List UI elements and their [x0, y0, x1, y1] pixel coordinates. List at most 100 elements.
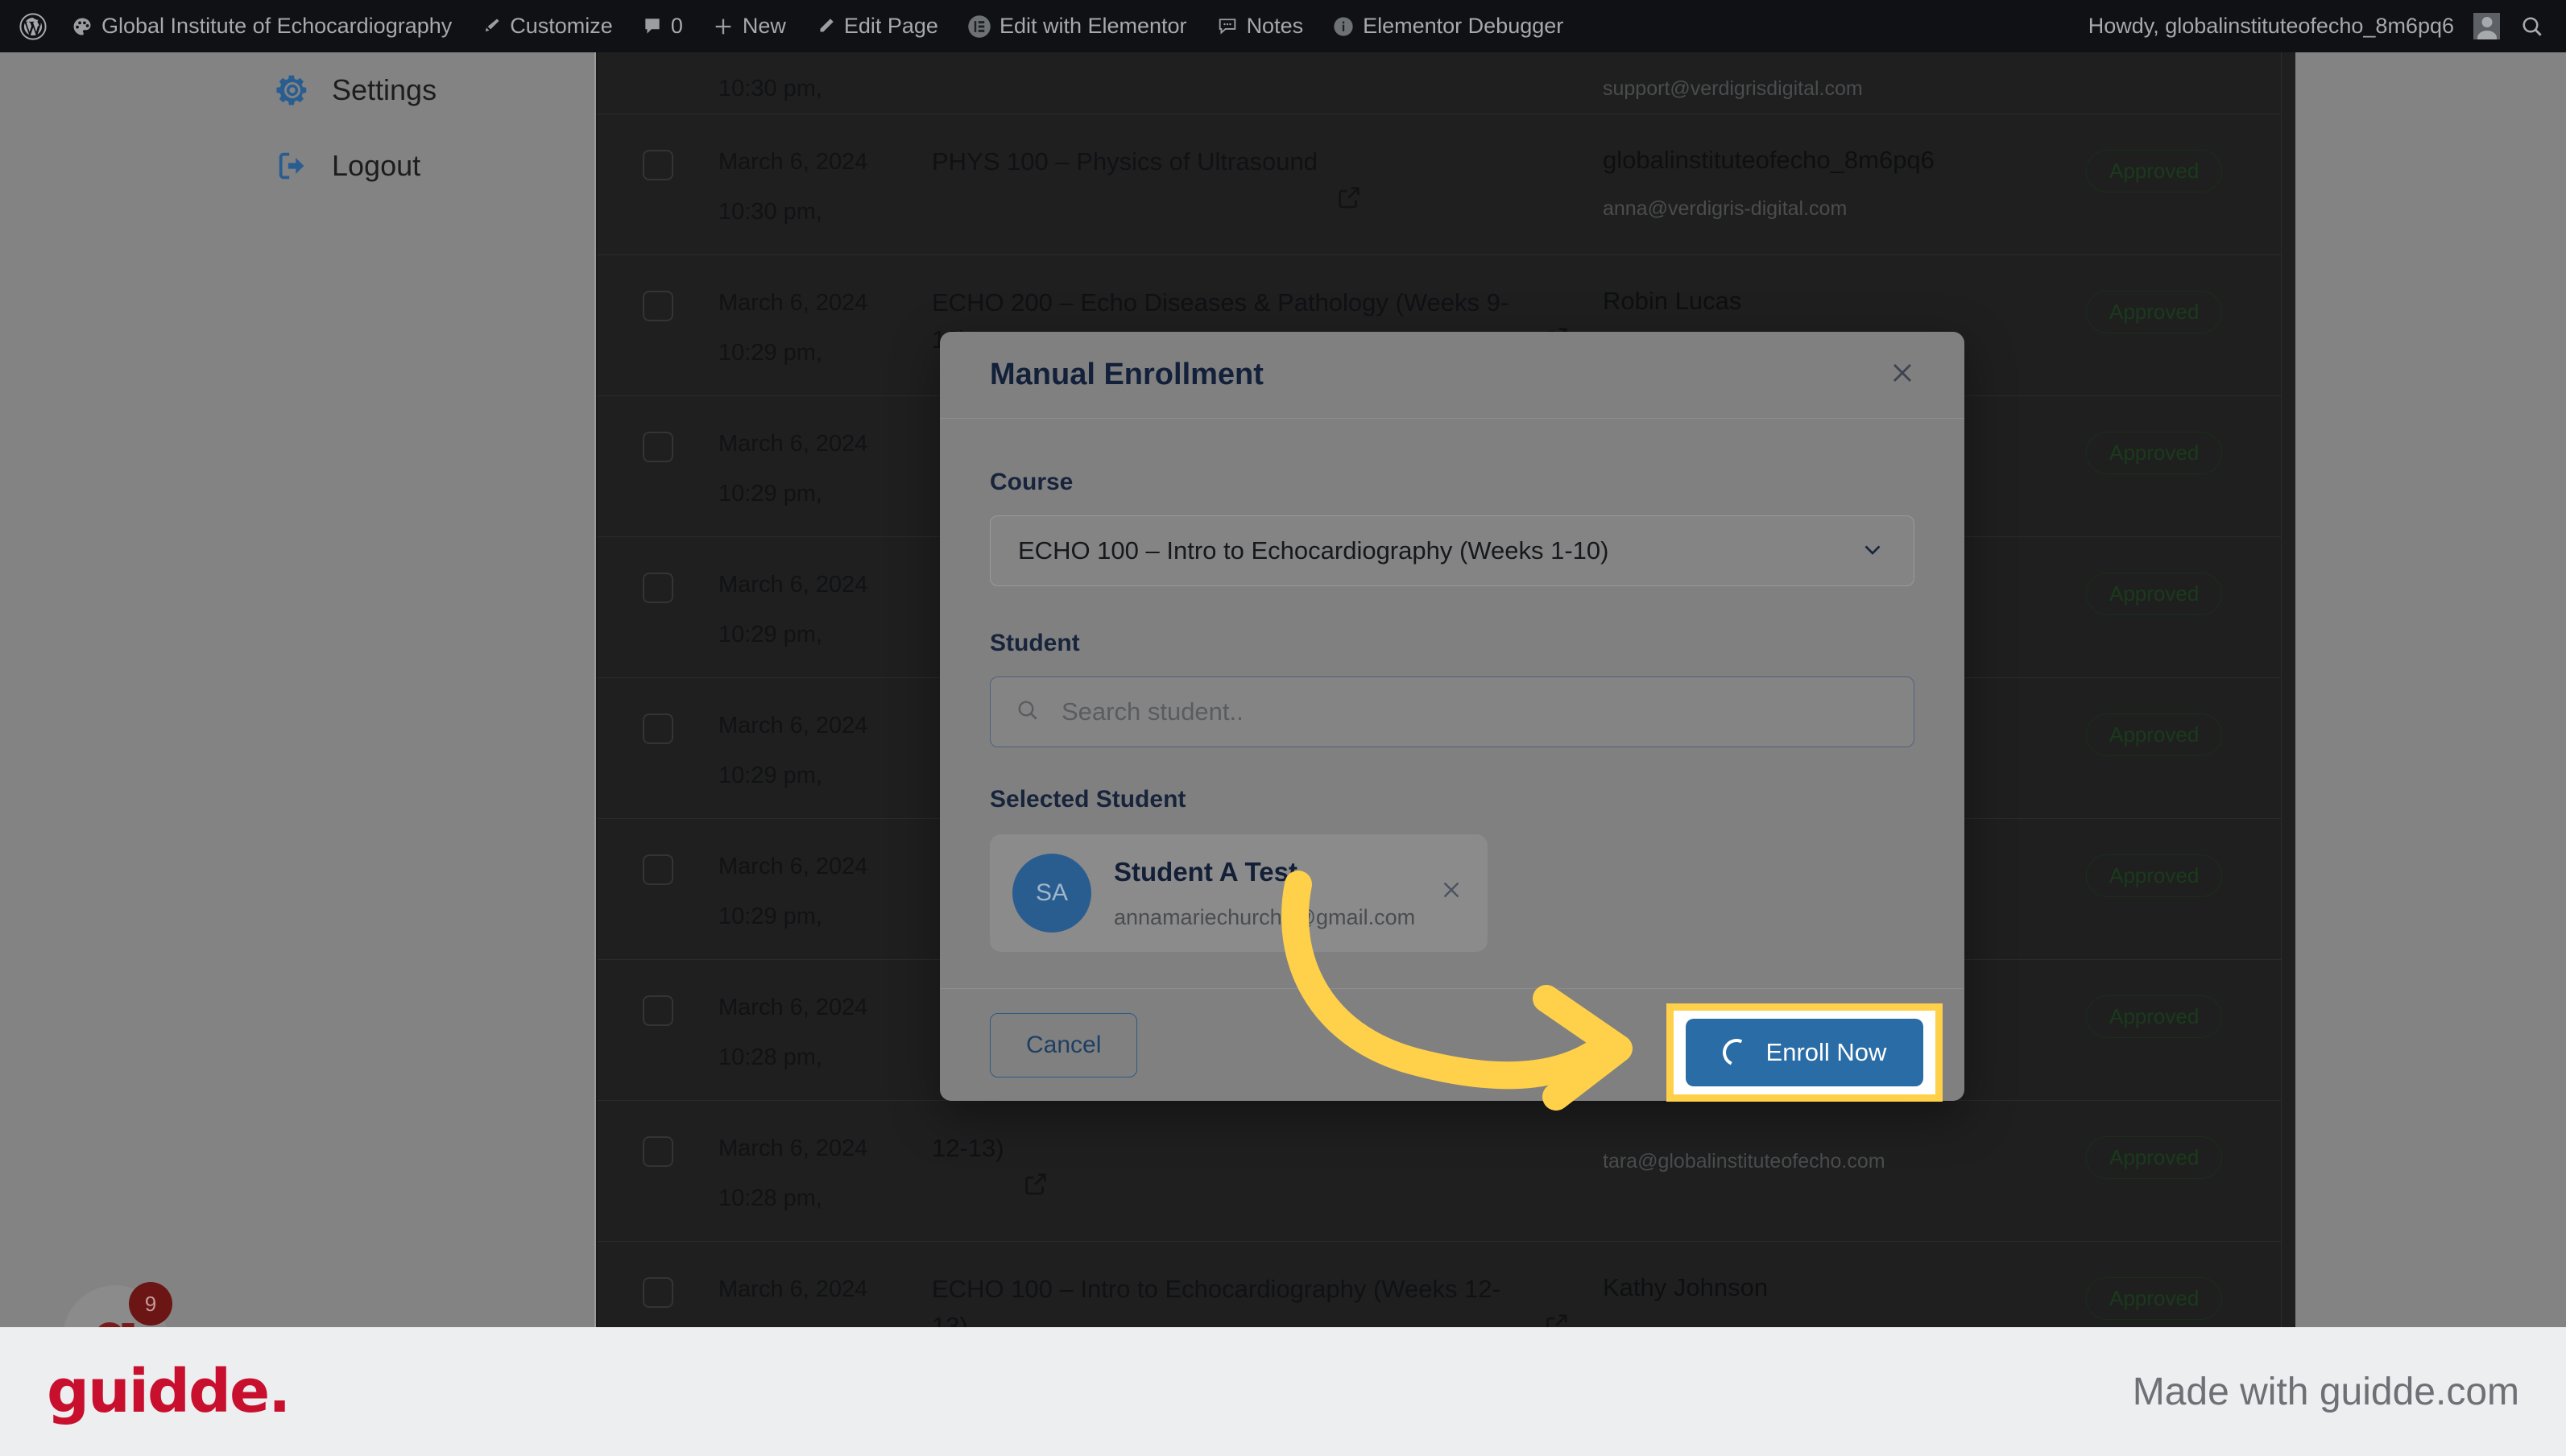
adminbar-howdy[interactable]: Howdy, globalinstituteofecho_8m6pq6 [2074, 0, 2505, 52]
student-search-field[interactable]: Search student.. [990, 676, 1914, 747]
spinner-icon [1718, 1035, 1754, 1070]
row-checkbox-cell [598, 1125, 718, 1167]
sidebar-item-settings-label: Settings [332, 73, 437, 106]
course-select[interactable]: ECHO 100 – Intro to Echocardiography (We… [990, 515, 1914, 586]
selected-student-label: Selected Student [990, 786, 1186, 813]
comment-icon [642, 16, 663, 37]
status-badge: Approved [2086, 150, 2223, 192]
row-date-time: 10:30 pm, [718, 76, 822, 101]
guidde-widget-badge: 9 [129, 1282, 172, 1326]
row-status [2086, 52, 2295, 64]
selected-student-email: annamariechurchh@gmail.com [1114, 905, 1416, 929]
external-link-icon[interactable] [1335, 184, 1363, 221]
adminbar-new[interactable]: New [697, 0, 801, 52]
selected-student-info: Student A Test annamariechurchh@gmail.co… [1114, 854, 1415, 932]
sidebar-item-logout-label: Logout [332, 149, 421, 182]
row-user-email: kathy@globalinstituteofecho.com [1603, 1319, 2086, 1327]
row-date: March 6, 2024 10:28 pm, [718, 1266, 932, 1327]
row-status: Approved [2086, 561, 2295, 615]
external-link-icon[interactable] [1022, 1170, 1049, 1208]
row-checkbox[interactable] [643, 714, 673, 744]
row-date-time: 10:29 pm, [718, 481, 822, 507]
sidebar-item-settings[interactable]: Settings [0, 52, 594, 128]
row-date: March 6, 2024 10:29 pm, [718, 702, 932, 794]
search-icon [2519, 14, 2545, 39]
table-row[interactable]: March 6, 2024 10:28 pm,ECHO 100 – Intro t… [598, 1242, 2295, 1327]
row-status: Approved [2086, 1125, 2295, 1179]
table-row[interactable]: March 6, 2024 10:28 pm, 12-13) tara@globali… [598, 1101, 2295, 1242]
left-sidebar: Settings Logout [0, 52, 596, 1327]
table-row[interactable]: 10:30 pm, support@verdigrisdigital.com [598, 52, 2295, 114]
gear-icon [274, 72, 311, 109]
row-user-name: Kathy Johnson [1603, 1273, 1769, 1301]
row-date: 10:30 pm, [718, 52, 932, 107]
row-status: Approved [2086, 984, 2295, 1038]
row-checkbox[interactable] [643, 1277, 673, 1308]
brush-icon [481, 16, 502, 37]
row-checkbox[interactable] [643, 432, 673, 462]
table-scrollbar[interactable] [2281, 52, 2295, 1327]
row-date: March 6, 2024 10:29 pm, [718, 420, 932, 512]
row-checkbox-cell [598, 843, 718, 885]
row-checkbox[interactable] [643, 995, 673, 1026]
adminbar-elementor-debugger-label: Elementor Debugger [1363, 14, 1564, 38]
sidebar-item-logout[interactable]: Logout [0, 128, 594, 204]
logout-icon [274, 147, 311, 184]
adminbar-search[interactable] [2505, 0, 2548, 52]
row-course-title: 12-13) [932, 1134, 1004, 1162]
row-status: Approved [2086, 420, 2295, 474]
row-date-day: March 6, 2024 [718, 149, 868, 175]
avatar [2473, 13, 2500, 39]
screenshot-root: Global Institute of Echocardiography Cus… [0, 0, 2566, 1456]
row-date-day: March 6, 2024 [718, 431, 868, 457]
adminbar-customize-label: Customize [510, 14, 613, 38]
elementor-icon [967, 14, 991, 39]
row-checkbox[interactable] [643, 150, 673, 180]
row-date: March 6, 2024 10:30 pm, [718, 139, 932, 230]
status-badge: Approved [2086, 1277, 2223, 1320]
pencil-icon [815, 16, 836, 37]
row-checkbox-cell [598, 702, 718, 744]
row-user: tara@globalinstituteofecho.com [1603, 1125, 2086, 1178]
row-date-day: March 6, 2024 [718, 1276, 868, 1302]
adminbar-new-label: New [742, 14, 786, 38]
adminbar-site-name[interactable]: Global Institute of Echocardiography [56, 0, 466, 52]
external-link-icon[interactable] [1543, 1311, 1571, 1327]
row-date-time: 10:28 pm, [718, 1044, 822, 1070]
row-user-name: Robin Lucas [1603, 287, 1742, 315]
adminbar-customize[interactable]: Customize [466, 0, 627, 52]
row-checkbox[interactable] [643, 291, 673, 321]
row-date: March 6, 2024 10:28 pm, [718, 984, 932, 1076]
remove-student-button[interactable] [1438, 876, 1465, 911]
row-date-time: 10:29 pm, [718, 622, 822, 647]
row-course [932, 52, 1603, 57]
row-user: support@verdigrisdigital.com [1603, 52, 2086, 105]
table-row[interactable]: March 6, 2024 10:30 pm, PHYS 100 – Physics… [598, 114, 2295, 255]
row-user: globalinstituteofecho_8m6pq6 anna@verdigr… [1603, 139, 2086, 225]
row-status: Approved [2086, 843, 2295, 897]
adminbar-wordpress-logo[interactable] [8, 0, 56, 52]
enroll-now-button[interactable]: Enroll Now [1685, 1019, 1924, 1086]
row-checkbox[interactable] [643, 573, 673, 603]
row-course: 12-13) [932, 1125, 1603, 1208]
cancel-button[interactable]: Cancel [990, 1012, 1138, 1078]
adminbar-notes[interactable]: Notes [1202, 0, 1318, 52]
adminbar-edit-page[interactable]: Edit Page [801, 0, 953, 52]
avatar: SA [1012, 854, 1091, 933]
info-icon [1332, 15, 1355, 38]
row-checkbox[interactable] [643, 854, 673, 885]
adminbar-elementor-debugger[interactable]: Elementor Debugger [1318, 0, 1578, 52]
adminbar-site-name-label: Global Institute of Echocardiography [101, 14, 453, 38]
close-button[interactable] [1879, 352, 1926, 399]
close-icon [1886, 357, 1918, 393]
row-checkbox[interactable] [643, 1136, 673, 1167]
row-date-day: March 6, 2024 [718, 1135, 868, 1161]
search-icon [1015, 697, 1041, 727]
adminbar-comments[interactable]: 0 [627, 0, 697, 52]
selected-student-chip: SA Student A Test annamariechurchh@gmail… [990, 834, 1488, 952]
wordpress-icon [19, 12, 47, 40]
row-date-day: March 6, 2024 [718, 995, 868, 1020]
row-user: Kathy Johnson kathy@globalinstituteofecho… [1603, 1266, 2086, 1327]
row-status: Approved [2086, 702, 2295, 756]
adminbar-edit-with-elementor[interactable]: Edit with Elementor [953, 0, 1202, 52]
